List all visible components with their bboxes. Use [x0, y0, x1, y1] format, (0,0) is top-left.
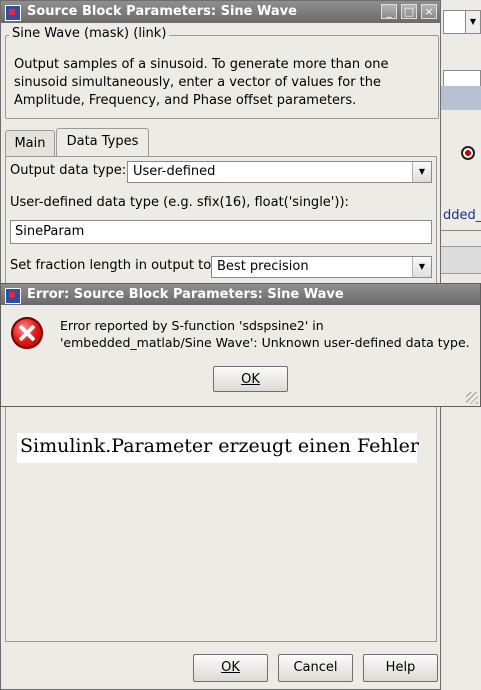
user-defined-data-type-input[interactable]: SineParam — [10, 220, 432, 244]
ok-button[interactable]: OK — [193, 654, 268, 682]
chevron-down-icon: ▼ — [465, 11, 480, 33]
mask-description: Output samples of a sinusoid. To generat… — [14, 57, 389, 108]
fraction-length-value: Best precision — [217, 259, 309, 274]
output-data-type-select[interactable]: User-defined ▼ — [127, 161, 432, 183]
background-link[interactable]: dded_ — [443, 208, 481, 223]
simulink-app-icon[interactable] — [5, 288, 21, 304]
fraction-length-select[interactable]: Best precision ▼ — [211, 256, 432, 278]
help-button-label: Help — [385, 660, 416, 675]
minimize-button[interactable]: _ — [381, 4, 397, 19]
help-button[interactable]: Help — [363, 654, 438, 682]
dialog-titlebar[interactable]: Source Block Parameters: Sine Wave _ □ × — [1, 1, 440, 23]
chevron-down-icon: ▼ — [412, 162, 431, 182]
resize-grip-icon[interactable] — [466, 392, 478, 404]
user-defined-data-type-value: SineParam — [15, 224, 85, 239]
tab-data-types[interactable]: Data Types — [56, 128, 149, 156]
close-button[interactable]: × — [421, 4, 437, 19]
target-icon[interactable] — [461, 146, 475, 160]
simulink-app-icon[interactable] — [5, 5, 21, 21]
tab-main[interactable]: Main — [5, 130, 55, 156]
error-ok-button[interactable]: OK — [213, 366, 288, 392]
cancel-button[interactable]: Cancel — [278, 654, 353, 682]
ok-button-label: OK — [221, 660, 240, 675]
mask-group-title: Sine Wave (mask) (link) — [9, 26, 170, 41]
user-defined-data-type-label: User-defined data type (e.g. sfix(16), f… — [10, 195, 349, 210]
maximize-button[interactable]: □ — [401, 4, 417, 19]
annotation-box: Simulink.Parameter erzeugt einen Fehler — [17, 433, 419, 463]
annotation-text: Simulink.Parameter erzeugt einen Fehler — [20, 435, 419, 457]
output-data-type-label: Output data type: — [10, 163, 127, 178]
error-dialog-titlebar[interactable]: Error: Source Block Parameters: Sine Wav… — [1, 284, 480, 305]
chevron-down-icon: ▼ — [412, 257, 431, 277]
error-ok-button-label: OK — [241, 372, 260, 387]
error-icon — [11, 317, 43, 349]
output-data-type-value: User-defined — [133, 164, 216, 179]
background-combo[interactable]: ▼ — [443, 10, 481, 34]
tab-bar: Main Data Types — [5, 128, 205, 156]
dialog-title: Source Block Parameters: Sine Wave — [27, 4, 297, 19]
fraction-length-label: Set fraction length in output to: — [10, 258, 216, 273]
error-message: Error reported by S-function 'sdspsine2'… — [60, 318, 470, 350]
error-dialog: Error: Source Block Parameters: Sine Wav… — [0, 283, 481, 407]
error-dialog-title: Error: Source Block Parameters: Sine Wav… — [27, 287, 344, 302]
cancel-button-label: Cancel — [293, 660, 338, 675]
